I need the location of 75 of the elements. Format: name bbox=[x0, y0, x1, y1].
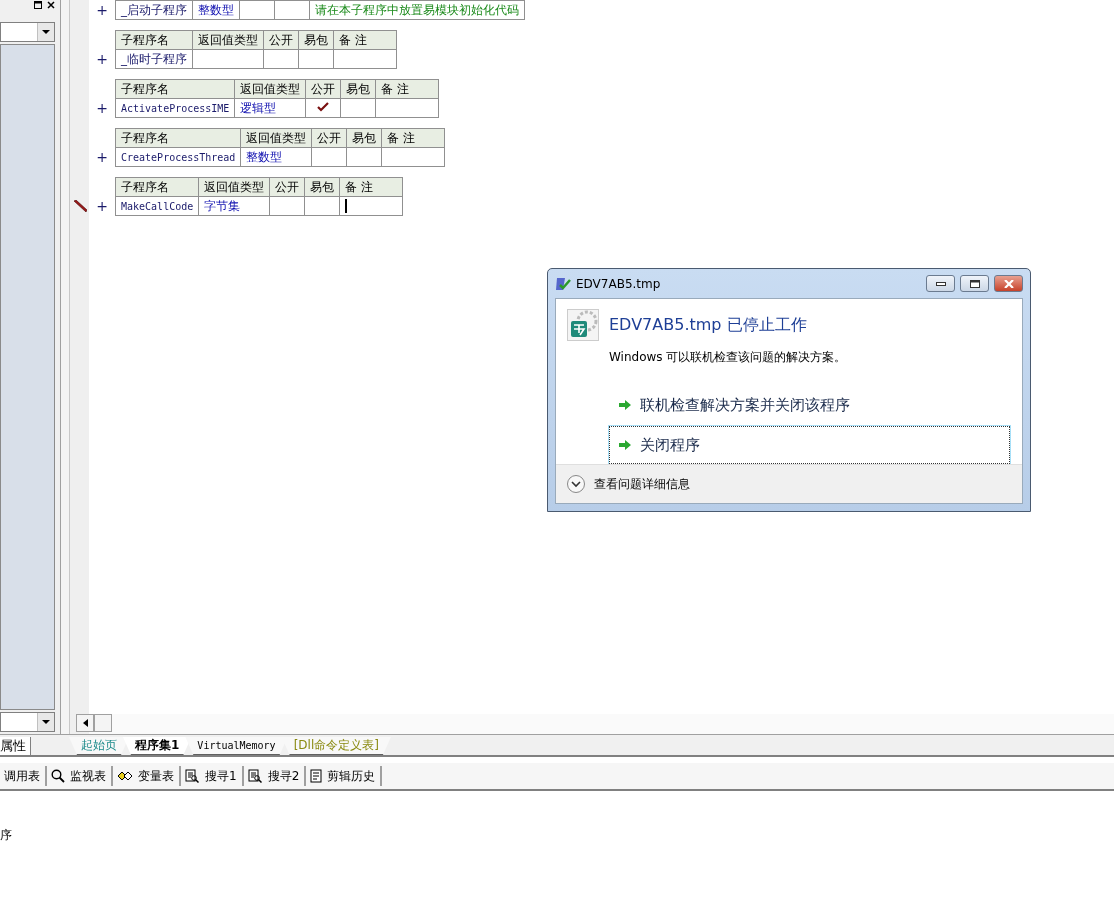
app-logo-icon bbox=[567, 309, 599, 341]
app-icon bbox=[555, 275, 571, 292]
column-header: 备 注 bbox=[375, 79, 439, 99]
toolbar-button[interactable]: 变量表 bbox=[113, 766, 181, 786]
arrow-icon bbox=[618, 399, 632, 411]
dropdown-field[interactable] bbox=[0, 712, 55, 732]
table-cell: 请在本子程序中放置易模块初始化代码 bbox=[309, 0, 525, 20]
column-header: 公开 bbox=[311, 128, 347, 148]
toolbar-button[interactable]: 监视表 bbox=[47, 766, 113, 786]
column-header: 易包 bbox=[346, 128, 382, 148]
details-link[interactable]: 查看问题详细信息 bbox=[594, 475, 690, 493]
output-text: 序 bbox=[0, 827, 13, 844]
column-header: 子程序名 bbox=[115, 128, 241, 148]
column-header: 返回值类型 bbox=[234, 79, 306, 99]
column-header: 返回值类型 bbox=[192, 30, 264, 50]
text-cursor bbox=[345, 199, 348, 214]
properties-tab[interactable]: 属性 bbox=[0, 737, 31, 755]
toolbar-button[interactable]: 搜寻2 bbox=[243, 766, 307, 786]
close-icon bbox=[1003, 279, 1014, 288]
maximize-button[interactable] bbox=[960, 275, 989, 292]
minimize-icon bbox=[935, 281, 946, 286]
scroll-left-button[interactable] bbox=[76, 714, 94, 732]
column-header: 子程序名 bbox=[115, 30, 193, 50]
maximize-icon bbox=[969, 279, 980, 288]
toolbar-button[interactable]: 调用表 bbox=[0, 766, 47, 786]
window-title: EDV7AB5.tmp bbox=[576, 276, 662, 291]
arrow-icon bbox=[618, 439, 632, 451]
table-cell: 字节集 bbox=[198, 196, 270, 216]
column-header: 返回值类型 bbox=[240, 128, 312, 148]
dialog-message: Windows 可以联机检查该问题的解决方案。 bbox=[609, 349, 848, 366]
column-header: 易包 bbox=[304, 177, 340, 197]
column-header: 子程序名 bbox=[115, 79, 235, 99]
search-icon bbox=[51, 769, 65, 783]
toolbar-button[interactable]: 搜寻1 bbox=[181, 766, 244, 786]
minimize-button[interactable] bbox=[926, 275, 955, 292]
caret-icon bbox=[82, 719, 88, 727]
table-cell: _临时子程序 bbox=[115, 49, 193, 69]
find-icon bbox=[185, 769, 200, 783]
table-cell: 整数型 bbox=[240, 147, 312, 167]
close-button[interactable] bbox=[994, 275, 1023, 292]
diamonds-icon bbox=[117, 770, 133, 782]
column-header: 公开 bbox=[305, 79, 341, 99]
expand-button[interactable]: + bbox=[89, 98, 115, 118]
column-header: 易包 bbox=[340, 79, 376, 99]
column-header: 备 注 bbox=[339, 177, 403, 197]
table-cell: MakeCallCode bbox=[115, 196, 199, 216]
expand-button[interactable]: + bbox=[89, 147, 115, 167]
table-cell: ActivateProcessIME bbox=[115, 98, 235, 118]
expand-icon[interactable] bbox=[566, 474, 586, 494]
column-header: 备 注 bbox=[333, 30, 397, 50]
column-header: 公开 bbox=[269, 177, 305, 197]
caret-icon bbox=[42, 29, 50, 35]
table-cell: _启动子程序 bbox=[115, 0, 193, 20]
dropdown-field[interactable] bbox=[0, 22, 55, 42]
column-header: 易包 bbox=[298, 30, 334, 50]
table-cell: 逻辑型 bbox=[234, 98, 306, 118]
caret-icon bbox=[42, 719, 50, 725]
column-header: 子程序名 bbox=[115, 177, 199, 197]
table-cell: CreateProcessThread bbox=[115, 147, 241, 167]
command-link[interactable]: 联机检查解决方案并关闭该程序 bbox=[609, 386, 1010, 424]
close-icon[interactable] bbox=[46, 0, 56, 10]
expand-button[interactable]: + bbox=[89, 49, 115, 69]
command-link[interactable]: 关闭程序 bbox=[609, 426, 1010, 464]
document-icon bbox=[310, 769, 323, 783]
expand-button[interactable]: + bbox=[89, 0, 115, 20]
dialog-heading: EDV7AB5.tmp 已停止工作 bbox=[609, 314, 807, 336]
find-icon bbox=[247, 769, 263, 783]
toolbar-button[interactable]: 剪辑历史 bbox=[306, 766, 383, 786]
scrollbar-thumb[interactable] bbox=[94, 714, 112, 732]
column-header: 公开 bbox=[263, 30, 299, 50]
restore-icon[interactable] bbox=[33, 0, 43, 10]
expand-button[interactable]: + bbox=[89, 196, 115, 216]
column-header: 备 注 bbox=[381, 128, 445, 148]
table-cell: 整数型 bbox=[192, 0, 240, 20]
column-header: 返回值类型 bbox=[198, 177, 270, 197]
